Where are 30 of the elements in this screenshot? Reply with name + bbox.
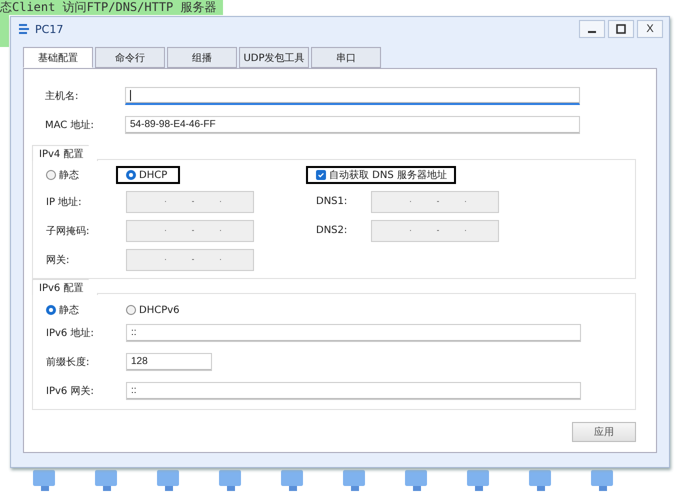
banner-text: 态Client 访问FTP/DNS/HTTP 服务器: [0, 0, 222, 15]
tab[interactable]: 命令行: [95, 47, 165, 68]
group-title: IPv4 配置: [32, 145, 98, 161]
radio-label[interactable]: 静态: [59, 303, 79, 317]
window-title: PC17: [35, 22, 64, 36]
tab[interactable]: UDP发包工具: [239, 47, 309, 68]
text-field[interactable]: 128: [126, 352, 212, 370]
field-label: 网关:: [46, 254, 70, 266]
tab[interactable]: 串口: [311, 47, 381, 68]
field-label: IPv6 网关:: [46, 384, 95, 398]
close-button[interactable]: X: [637, 20, 663, 38]
field-label: DNS1:: [316, 196, 348, 207]
field-label: 子网掩码:: [46, 224, 90, 238]
radio-label[interactable]: DHCPv6: [139, 304, 180, 316]
tab[interactable]: 组播: [167, 47, 237, 68]
checkbox-label[interactable]: 自动获取 DNS 服务器地址: [329, 168, 447, 182]
text-field[interactable]: ::: [126, 382, 581, 400]
group-title: IPv6 配置: [32, 279, 98, 295]
field-label: IP 地址:: [46, 196, 83, 208]
field-label: MAC 地址:: [45, 118, 95, 132]
text-field[interactable]: ::: [126, 324, 581, 342]
field-label: 前缀长度:: [46, 356, 90, 368]
radio-label[interactable]: DHCP: [139, 170, 168, 180]
field-label: DNS2:: [316, 225, 348, 236]
tab[interactable]: 基础配置: [23, 47, 93, 68]
mac-field[interactable]: 54-89-98-E4-46-FF: [125, 116, 580, 134]
field-label: IPv6 地址:: [46, 326, 95, 340]
apply-button[interactable]: 应用: [572, 422, 636, 442]
radio-label[interactable]: 静态: [59, 168, 79, 182]
field-label: 主机名:: [45, 90, 80, 102]
